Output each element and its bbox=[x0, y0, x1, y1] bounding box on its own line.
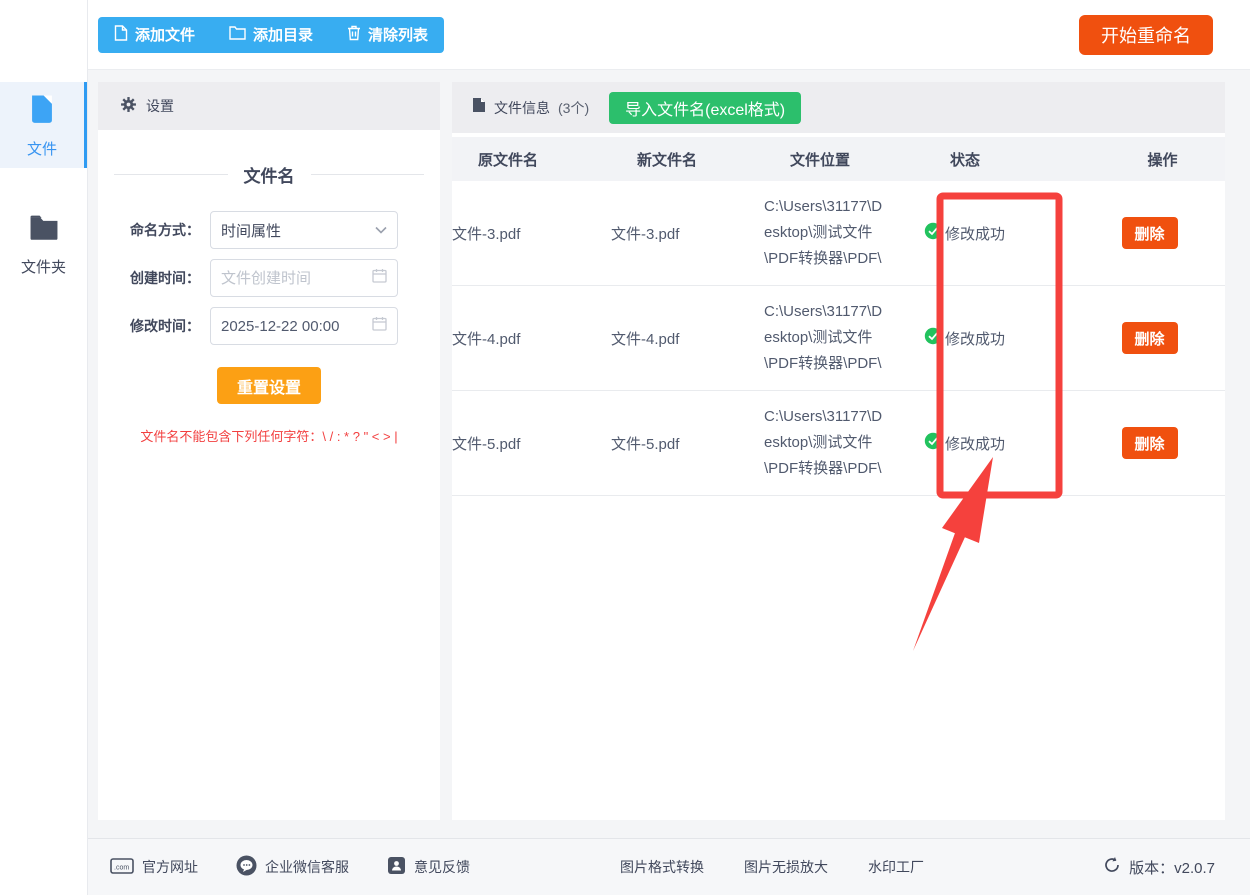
clear-list-button[interactable]: 清除列表 bbox=[347, 24, 428, 45]
modified-time-label: 修改时间： bbox=[130, 318, 200, 334]
refresh-icon[interactable] bbox=[1103, 856, 1121, 878]
new-filename: 文件-4.pdf bbox=[611, 330, 680, 348]
sidebar-item-folder[interactable]: 文件夹 bbox=[0, 200, 87, 286]
original-filename: 文件-5.pdf bbox=[452, 435, 521, 453]
creation-time-input[interactable] bbox=[221, 269, 366, 287]
add-directory-button[interactable]: 添加目录 bbox=[229, 24, 313, 45]
settings-panel-header: 设置 bbox=[98, 82, 440, 130]
trash-icon bbox=[347, 25, 361, 45]
settings-title: 设置 bbox=[146, 98, 174, 114]
file-table: 原文件名 新文件名 文件位置 状态 操作 文件-3.pdf 文件-3.pdf C… bbox=[452, 137, 1225, 496]
official-site-link[interactable]: .com 官方网址 bbox=[110, 857, 198, 878]
wechat-service-link[interactable]: 企业微信客服 bbox=[236, 855, 349, 879]
col-header-status: 状态 bbox=[950, 151, 981, 169]
naming-method-select[interactable]: 时间属性 bbox=[210, 211, 398, 249]
wechat-service-icon bbox=[236, 855, 257, 879]
new-filename: 文件-5.pdf bbox=[611, 435, 680, 453]
footer: .com 官方网址 企业微信客服 意见反馈 图片格式转换 图片无损放大 水印工厂… bbox=[88, 838, 1250, 895]
version-text: 版本：v2.0.7 bbox=[1129, 859, 1215, 877]
creation-time-row: 创建时间： bbox=[98, 259, 440, 297]
original-filename: 文件-4.pdf bbox=[452, 330, 521, 348]
folder-icon bbox=[229, 25, 246, 44]
delete-button[interactable]: 删除 bbox=[1121, 217, 1178, 249]
settings-body: 文件名 命名方式： 时间属性 创建时间： 文件创建时间 修改时间： 2025-1… bbox=[98, 130, 440, 445]
main-area: 设置 文件名 命名方式： 时间属性 创建时间： 文件创建时间 修改时间： 202… bbox=[88, 70, 1250, 838]
top-toolbar: 添加文件 添加目录 清除列表 开始重命名 bbox=[88, 0, 1250, 70]
check-circle-icon bbox=[924, 432, 942, 454]
file-table-panel: 文件信息 (3个) 导入文件名(excel格式) 原文件名 新文件名 文件位置 … bbox=[452, 82, 1225, 820]
table-row: 文件-5.pdf 文件-5.pdf C:\Users\31177\Desktop… bbox=[452, 391, 1225, 496]
start-rename-button[interactable]: 开始重命名 bbox=[1079, 14, 1213, 55]
add-file-button[interactable]: 添加文件 bbox=[114, 24, 195, 45]
calendar-icon[interactable] bbox=[372, 316, 387, 336]
file-info-label: 文件信息 bbox=[494, 99, 550, 116]
status-badge: 修改成功 bbox=[924, 327, 1074, 349]
divider bbox=[310, 174, 424, 175]
delete-button[interactable]: 删除 bbox=[1121, 427, 1178, 459]
file-location: C:\Users\31177\Desktop\测试文件\PDF转换器\PDF\ bbox=[764, 198, 883, 267]
file-icon bbox=[114, 24, 128, 45]
file-count: (3个) bbox=[558, 99, 590, 116]
footer-tool-links: 图片格式转换 图片无损放大 水印工厂 bbox=[620, 857, 924, 877]
table-header-row: 原文件名 新文件名 文件位置 状态 操作 bbox=[452, 137, 1225, 181]
new-filename: 文件-3.pdf bbox=[611, 225, 680, 243]
toolbar-button-group: 添加文件 添加目录 清除列表 bbox=[98, 16, 445, 53]
file-location: C:\Users\31177\Desktop\测试文件\PDF转换器\PDF\ bbox=[764, 303, 883, 372]
settings-panel: 设置 文件名 命名方式： 时间属性 创建时间： 文件创建时间 修改时间： 202… bbox=[98, 82, 440, 820]
col-header-new: 新文件名 bbox=[637, 151, 698, 169]
file-icon bbox=[25, 92, 59, 131]
document-icon bbox=[472, 97, 486, 118]
modified-time-field bbox=[210, 307, 398, 345]
creation-time-label: 创建时间： bbox=[130, 270, 200, 286]
watermark-factory-link[interactable]: 水印工厂 bbox=[868, 857, 924, 877]
image-convert-link[interactable]: 图片格式转换 bbox=[620, 857, 704, 877]
file-location: C:\Users\31177\Desktop\测试文件\PDF转换器\PDF\ bbox=[764, 408, 883, 477]
filename-warning-text: 文件名不能包含下列任何字符：\ / : * ? " < > | bbox=[140, 429, 398, 444]
sidebar-item-label: 文件夹 bbox=[20, 258, 66, 276]
chevron-down-icon bbox=[375, 221, 387, 239]
modified-time-row: 修改时间： bbox=[98, 307, 440, 345]
content-column: 添加文件 添加目录 清除列表 开始重命名 设置 文件名 命名方式： 时间属性 创… bbox=[88, 0, 1250, 895]
check-circle-icon bbox=[924, 222, 942, 244]
table-row: 文件-4.pdf 文件-4.pdf C:\Users\31177\Desktop… bbox=[452, 286, 1225, 391]
col-header-location: 文件位置 bbox=[790, 151, 851, 169]
filename-section-heading: 文件名 bbox=[114, 162, 424, 187]
naming-method-row: 命名方式： 时间属性 bbox=[98, 211, 440, 249]
calendar-icon[interactable] bbox=[372, 268, 387, 288]
feedback-link[interactable]: 意见反馈 bbox=[387, 856, 470, 878]
status-badge: 修改成功 bbox=[924, 432, 1074, 454]
check-circle-icon bbox=[924, 327, 942, 349]
table-row: 文件-3.pdf 文件-3.pdf C:\Users\31177\Desktop… bbox=[452, 181, 1225, 286]
col-header-action: 操作 bbox=[1147, 151, 1178, 169]
sidebar-item-file[interactable]: 文件 bbox=[0, 82, 87, 168]
gear-icon bbox=[120, 96, 137, 116]
folder-icon bbox=[27, 210, 61, 249]
section-title: 文件名 bbox=[243, 167, 295, 186]
feedback-icon bbox=[387, 856, 406, 878]
svg-text:.com: .com bbox=[114, 864, 129, 871]
original-filename: 文件-3.pdf bbox=[452, 225, 521, 243]
import-filenames-button[interactable]: 导入文件名(excel格式) bbox=[609, 91, 802, 124]
creation-time-field bbox=[210, 259, 398, 297]
footer-left-links: .com 官方网址 企业微信客服 意见反馈 bbox=[110, 855, 470, 879]
col-header-original: 原文件名 bbox=[478, 151, 539, 169]
reset-settings-button[interactable]: 重置设置 bbox=[216, 367, 321, 404]
version-info: 版本：v2.0.7 bbox=[1103, 856, 1215, 878]
naming-method-label: 命名方式： bbox=[130, 222, 200, 238]
app-window: 文件 文件夹 添加文件 添加目录 清除列表 开始重命名 设置 文件名 命名方式：… bbox=[0, 0, 1250, 895]
status-badge: 修改成功 bbox=[924, 222, 1074, 244]
modified-time-input[interactable] bbox=[221, 317, 366, 335]
sidebar-item-label: 文件 bbox=[26, 140, 57, 158]
image-upscale-link[interactable]: 图片无损放大 bbox=[744, 857, 828, 877]
divider bbox=[114, 174, 228, 175]
file-info-header: 文件信息 (3个) 导入文件名(excel格式) bbox=[452, 82, 1225, 133]
sidebar: 文件 文件夹 bbox=[0, 0, 88, 895]
delete-button[interactable]: 删除 bbox=[1121, 322, 1178, 354]
website-icon: .com bbox=[110, 857, 134, 878]
